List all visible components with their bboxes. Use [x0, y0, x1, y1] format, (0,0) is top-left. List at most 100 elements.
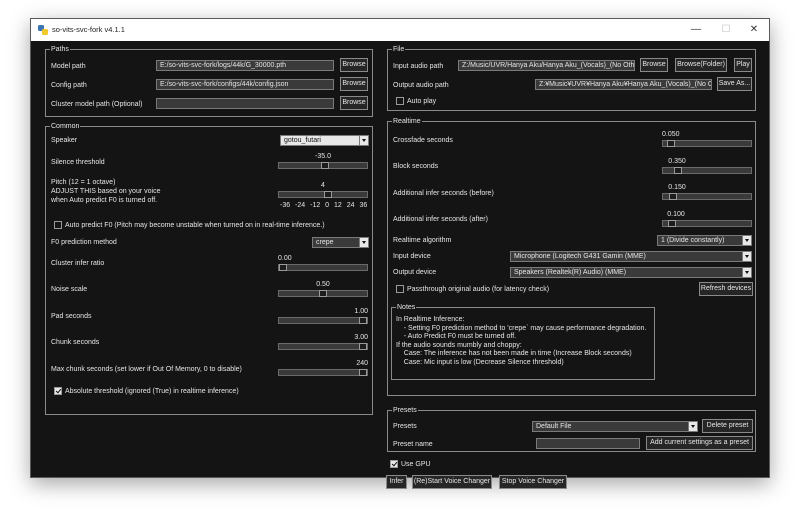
pad-seconds-label: Pad seconds	[51, 313, 92, 320]
config-browse-button[interactable]: Browse	[340, 77, 368, 91]
chevron-down-icon	[742, 236, 751, 245]
paths-frame: Paths Model path E:/so-vits-svc-fork/log…	[45, 45, 373, 117]
slider-thumb[interactable]	[667, 140, 675, 147]
f0-method-label: F0 prediction method	[51, 239, 117, 246]
use-gpu-checkbox[interactable]	[390, 460, 398, 468]
use-gpu-label: Use GPU	[401, 461, 431, 468]
max-chunk-value: 240	[356, 360, 368, 367]
slider-thumb[interactable]	[319, 290, 327, 297]
passthrough-checkbox[interactable]	[396, 285, 404, 293]
speaker-select[interactable]: gotou_futari	[280, 135, 369, 146]
chunk-seconds-slider[interactable]	[278, 343, 368, 350]
play-button[interactable]: Play	[734, 58, 752, 72]
add-preset-button[interactable]: Add current settings as a preset	[646, 436, 753, 450]
output-audio-input[interactable]: Z:¥Music¥UVR¥Hanya Aku¥Hanya Aku_(Vocals…	[535, 79, 712, 90]
infer-button[interactable]: Infer	[386, 475, 407, 489]
slider-thumb[interactable]	[359, 343, 367, 350]
stop-voice-changer-button[interactable]: Stop Voice Changer	[499, 475, 567, 489]
chevron-down-icon	[359, 238, 368, 247]
common-frame-title: Common	[50, 122, 81, 131]
slider-thumb[interactable]	[674, 167, 683, 174]
config-path-label: Config path	[51, 82, 87, 89]
main-content: Paths Model path E:/so-vits-svc-fork/log…	[31, 41, 769, 489]
slider-thumb[interactable]	[279, 264, 287, 271]
app-window: so-vits-svc-fork v4.1.1 — ☐ ✕ Paths Mode…	[30, 18, 770, 489]
cluster-browse-button[interactable]: Browse	[340, 96, 368, 110]
pitch-label: Pitch (12 = 1 octave) ADJUST THIS based …	[51, 179, 161, 204]
slider-thumb[interactable]	[359, 317, 367, 324]
model-path-label: Model path	[51, 63, 86, 70]
speaker-select-value: gotou_futari	[284, 137, 321, 144]
output-audio-label: Output audio path	[393, 82, 449, 89]
chevron-down-icon	[688, 422, 697, 431]
window-title: so-vits-svc-fork v4.1.1	[52, 25, 125, 34]
cluster-path-input[interactable]	[156, 98, 334, 109]
delete-preset-button[interactable]: Delete preset	[702, 419, 753, 433]
auto-play-checkbox[interactable]	[396, 97, 404, 105]
chevron-down-icon	[742, 252, 751, 261]
absolute-threshold-checkbox[interactable]	[54, 387, 62, 395]
passthrough-label: Passthrough original audio (for latency …	[407, 286, 550, 293]
input-device-label: Input device	[393, 253, 431, 260]
presets-frame: Presets Presets Default File Delete pres…	[387, 406, 756, 452]
output-device-label: Output device	[393, 269, 437, 276]
max-chunk-slider[interactable]	[278, 369, 368, 376]
speaker-label: Speaker	[51, 137, 78, 144]
silence-threshold-slider[interactable]	[278, 162, 368, 169]
cluster-path-label: Cluster model path (Optional)	[51, 101, 143, 108]
infer-before-label: Additional infer seconds (before)	[393, 190, 494, 197]
pitch-slider[interactable]	[278, 191, 368, 198]
infer-before-value: 0.150	[668, 184, 686, 191]
model-browse-button[interactable]: Browse	[340, 58, 368, 72]
input-audio-input[interactable]: Z:/Music/UVR/Hanya Aku/Hanya Aku_(Vocals…	[458, 60, 635, 71]
config-path-input[interactable]: E:/so-vits-svc-fork/configs/44k/config.j…	[156, 79, 334, 90]
slider-thumb[interactable]	[359, 369, 367, 376]
save-as-button[interactable]: Save As...	[717, 77, 752, 91]
cluster-ratio-value: 0.00	[278, 255, 292, 262]
preset-name-input[interactable]	[536, 438, 640, 449]
realtime-algorithm-select[interactable]: 1 (Divide constantly)	[657, 235, 752, 246]
output-device-select[interactable]: Speakers (Realtek(R) Audio) (MME)	[510, 267, 752, 278]
browse-folder-button[interactable]: Browse(Folder)	[675, 58, 727, 72]
presets-label: Presets	[393, 423, 417, 430]
presets-frame-title: Presets	[392, 406, 418, 415]
pitch-value: 4	[321, 182, 325, 189]
input-browse-button[interactable]: Browse	[640, 58, 668, 72]
chevron-down-icon	[742, 268, 751, 277]
auto-predict-f0-checkbox[interactable]	[54, 221, 62, 229]
presets-select-value: Default File	[536, 423, 572, 430]
preset-name-label: Preset name	[393, 441, 433, 448]
block-seconds-label: Block seconds	[393, 163, 439, 170]
f0-method-select[interactable]: crepe	[312, 237, 369, 248]
noise-scale-slider[interactable]	[278, 290, 368, 297]
slider-thumb[interactable]	[669, 193, 678, 200]
refresh-devices-button[interactable]: Refresh devices	[699, 282, 753, 296]
notes-frame: Notes In Realtime Inference: - Setting F…	[391, 303, 655, 380]
pitch-ticks: -36 -24 -12 0 12 24 36	[280, 202, 368, 209]
noise-scale-label: Noise scale	[51, 286, 88, 293]
crossfade-slider[interactable]	[662, 140, 752, 147]
maximize-button[interactable]: ☐	[712, 22, 740, 38]
model-path-input[interactable]: E:/so-vits-svc-fork/logs/44k/G_30000.pth	[156, 60, 334, 71]
slider-thumb[interactable]	[321, 162, 330, 169]
block-seconds-value: 0.350	[668, 158, 686, 165]
cluster-ratio-slider[interactable]	[278, 264, 368, 271]
silence-threshold-value: -35.0	[315, 153, 331, 160]
block-seconds-slider[interactable]	[662, 167, 752, 174]
slider-thumb[interactable]	[323, 191, 332, 198]
realtime-algorithm-label: Realtime algorithm	[393, 237, 452, 244]
input-audio-label: Input audio path	[393, 63, 444, 70]
slider-thumb[interactable]	[667, 220, 676, 227]
start-voice-changer-button[interactable]: (Re)Start Voice Changer	[412, 475, 492, 489]
infer-before-slider[interactable]	[662, 193, 752, 200]
infer-after-value: 0.100	[667, 211, 685, 218]
output-device-value: Speakers (Realtek(R) Audio) (MME)	[514, 269, 627, 276]
input-device-select[interactable]: Microphone (Logitech G431 Gamin (MME)	[510, 251, 752, 262]
presets-select[interactable]: Default File	[532, 421, 698, 432]
pad-seconds-slider[interactable]	[278, 317, 368, 324]
close-button[interactable]: ✕	[740, 22, 768, 38]
realtime-frame-title: Realtime	[392, 117, 422, 126]
minimize-button[interactable]: —	[682, 22, 710, 38]
infer-after-slider[interactable]	[662, 220, 752, 227]
realtime-algorithm-value: 1 (Divide constantly)	[661, 237, 725, 244]
